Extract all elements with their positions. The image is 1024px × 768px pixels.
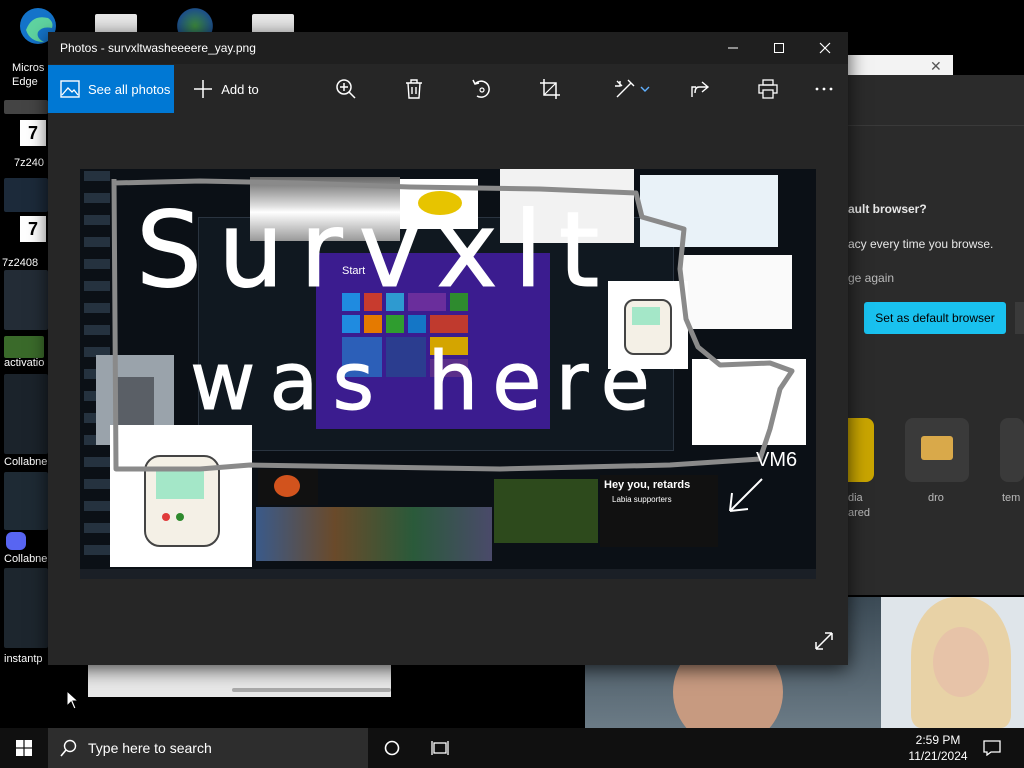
taskbar: Type here to search 2:59 PM 11/21/2024: [0, 728, 1024, 768]
cortana-icon: [384, 740, 400, 756]
edit-button[interactable]: [610, 65, 654, 113]
desktop-icon-label: 7z240: [14, 157, 44, 169]
delete-icon: [406, 79, 422, 99]
window-title: Photos - survxltwasheeeere_yay.png: [60, 41, 256, 55]
minimize-button[interactable]: [710, 32, 756, 64]
search-placeholder: Type here to search: [88, 740, 212, 756]
plus-icon: [194, 80, 213, 98]
folder-icon: [921, 436, 953, 460]
more-options-button[interactable]: [810, 65, 838, 113]
edit-icon: [615, 79, 635, 98]
desktop-icon-label: instantp: [4, 653, 43, 665]
close-icon: [819, 42, 831, 54]
desktop-app-icon[interactable]: [4, 374, 48, 454]
edge-tile-folder[interactable]: [905, 418, 969, 482]
print-icon: [758, 79, 778, 99]
photos-icon: [60, 80, 80, 98]
default-browser-heading: ault browser?: [848, 202, 927, 216]
edge-tile-label: dia: [848, 492, 863, 504]
maximize-icon: [774, 43, 784, 53]
search-icon: [60, 739, 77, 757]
desktop-app-icon[interactable]: [4, 472, 48, 530]
task-view-button[interactable]: [416, 728, 464, 768]
title-bar[interactable]: Photos - survxltwasheeeere_yay.png: [48, 32, 848, 64]
desktop-app-icon[interactable]: [4, 568, 48, 648]
desktop-icon-label: Collabne: [4, 456, 48, 468]
rotate-button[interactable]: [468, 65, 496, 113]
more-icon: [815, 87, 833, 91]
drawn-text-was-here: was here: [190, 335, 664, 429]
edge-tile-label: ared: [848, 507, 871, 519]
desktop-icon-label: activatio: [4, 357, 45, 369]
cortana-button[interactable]: [368, 728, 416, 768]
taskbar-search-box[interactable]: Type here to search: [48, 728, 368, 768]
clock-date: 11/21/2024: [908, 749, 968, 763]
desktop-app-icon[interactable]: [4, 270, 48, 330]
see-all-photos-label: See all photos: [88, 81, 171, 97]
drawn-text-survxlt: Survxlt: [135, 189, 616, 312]
start-button[interactable]: [0, 728, 48, 768]
mouse-cursor-icon: [66, 690, 80, 710]
zoom-in-button[interactable]: [332, 65, 360, 113]
photos-window: Photos - survxltwasheeeere_yay.png See a…: [48, 32, 848, 665]
close-icon[interactable]: ✕: [930, 58, 942, 75]
close-button[interactable]: [802, 32, 848, 64]
fullscreen-button[interactable]: [810, 627, 838, 655]
news-photo-woman[interactable]: [881, 597, 1024, 728]
add-to-button[interactable]: Add to: [186, 65, 266, 113]
background-window-scrollbar[interactable]: [232, 688, 391, 692]
photos-toolbar: See all photos Add to: [48, 65, 848, 113]
desktop-folder-icon[interactable]: [4, 100, 48, 114]
task-view-icon: [431, 741, 449, 755]
share-button[interactable]: [686, 65, 714, 113]
desktop-app-icon[interactable]: [4, 336, 44, 358]
add-to-label: Add to: [221, 81, 259, 97]
clock-time: 2:59 PM: [915, 733, 961, 747]
rotate-icon: [472, 79, 490, 98]
share-icon: [691, 81, 710, 97]
desktop-app-icon[interactable]: [4, 178, 48, 212]
edge-tile-label: dro: [928, 492, 944, 504]
drawn-arrow-icon: [729, 478, 763, 512]
crop-button[interactable]: [536, 65, 564, 113]
desktop-icon-label: 7z2408: [2, 257, 39, 269]
image-viewer[interactable]: Start Hey you, retards Labia supporters …: [48, 113, 848, 665]
set-default-browser-button[interactable]: Set as default browser: [864, 302, 1006, 334]
see-all-photos-button[interactable]: See all photos: [48, 65, 174, 113]
notification-icon: [983, 740, 1001, 756]
discord-icon[interactable]: [6, 532, 26, 550]
background-window-strip: [88, 665, 391, 697]
expand-icon: [815, 632, 833, 650]
displayed-image: Start Hey you, retards Labia supporters …: [80, 169, 816, 579]
chevron-down-icon: [640, 86, 650, 92]
edge-tile[interactable]: [1000, 418, 1024, 482]
drawn-tag: VM6: [756, 449, 798, 471]
maximize-button[interactable]: [756, 32, 802, 64]
zoom-in-icon: [336, 79, 356, 99]
taskbar-clock[interactable]: 2:59 PM 11/21/2024: [900, 732, 976, 764]
7zip-icon[interactable]: 7: [18, 118, 48, 148]
edge-tile-label: tem: [1002, 492, 1021, 504]
minimize-icon: [728, 47, 738, 49]
print-button[interactable]: [754, 65, 782, 113]
crop-icon: [540, 79, 560, 99]
default-browser-description: acy every time you browse.: [848, 237, 994, 251]
dont-ask-again-link[interactable]: ge again: [848, 271, 894, 285]
windows-logo-icon: [16, 740, 32, 756]
desktop-icon-label: Collabne: [4, 553, 48, 565]
action-center-button[interactable]: [976, 728, 1008, 768]
7zip-icon[interactable]: 7: [18, 214, 48, 244]
delete-button[interactable]: [400, 65, 428, 113]
edge-secondary-button[interactable]: [1015, 302, 1024, 334]
